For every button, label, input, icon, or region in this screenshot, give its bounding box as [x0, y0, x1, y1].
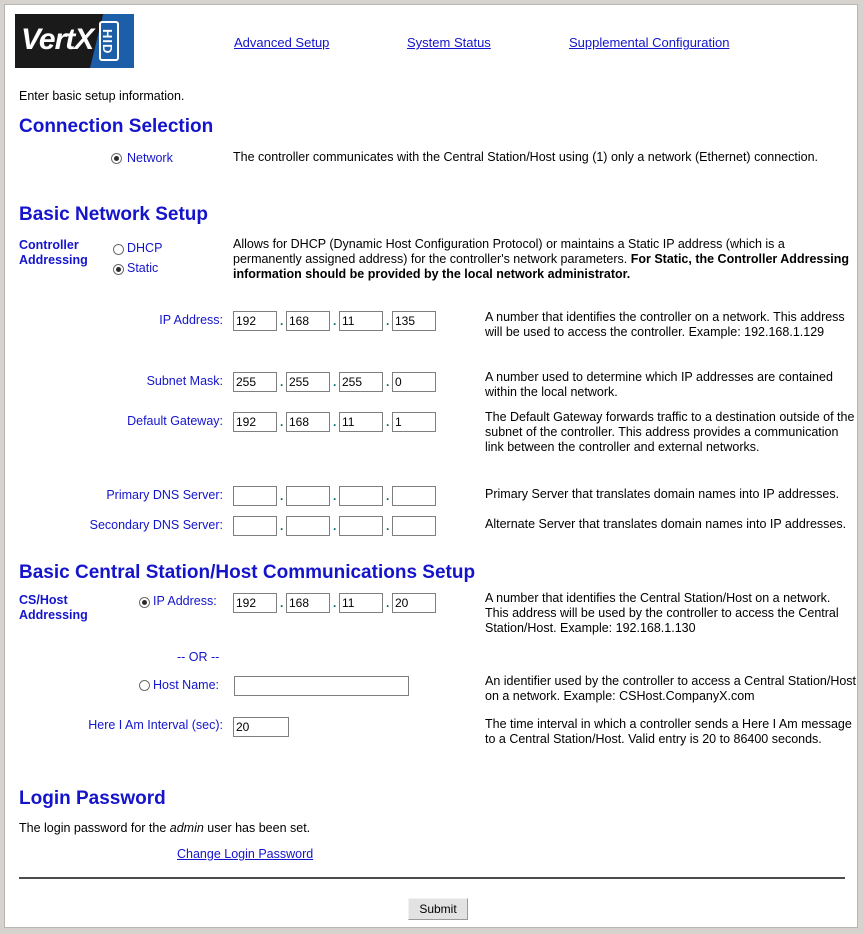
label-controller-addressing: Controller Addressing [19, 238, 88, 268]
input-default-gateway-octet-3[interactable] [339, 412, 383, 432]
dot-separator: . [333, 314, 337, 328]
description-cs-host-ip-address: A number that identifies the Central Sta… [485, 591, 839, 635]
input-primary-dns-octet-4[interactable] [392, 486, 436, 506]
input-secondary-dns-octet-2[interactable] [286, 516, 330, 536]
radio-static[interactable] [113, 264, 124, 275]
login-password-status: The login password for the admin user ha… [19, 821, 310, 835]
label-cs-host-name: Host Name: [153, 678, 219, 692]
radio-dhcp[interactable] [113, 244, 124, 255]
input-ip-address-octet-1[interactable] [233, 311, 277, 331]
dot-separator: . [386, 375, 390, 389]
input-cs-host-ip-octet-2[interactable] [286, 593, 330, 613]
label-static: Static [127, 261, 159, 275]
label-network: Network [127, 151, 173, 165]
page-header: VertX HID Advanced Setup System Status S… [5, 5, 857, 73]
dot-separator: . [386, 415, 390, 429]
description-network: The controller communicates with the Cen… [233, 150, 818, 164]
nav-link-supplemental-configuration[interactable]: Supplemental Configuration [569, 35, 729, 50]
input-ip-address-octet-3[interactable] [339, 311, 383, 331]
nav-link-advanced-setup[interactable]: Advanced Setup [234, 35, 329, 50]
input-ip-address-octet-4[interactable] [392, 311, 436, 331]
label-ip-address: IP Address: [159, 313, 223, 327]
login-password-status-suffix: user has been set. [203, 821, 311, 835]
footer-divider [19, 877, 845, 879]
label-cs-host-addressing: CS/Host Addressing [19, 593, 88, 623]
description-default-gateway: The Default Gateway forwards traffic to … [485, 410, 855, 454]
label-cs-host-addressing-line1: CS/Host [19, 593, 68, 607]
dot-separator: . [333, 489, 337, 503]
label-secondary-dns-server: Secondary DNS Server: [89, 518, 223, 532]
link-change-login-password[interactable]: Change Login Password [177, 847, 313, 861]
label-here-i-am-interval: Here I Am Interval (sec): [88, 718, 223, 732]
label-primary-dns-server: Primary DNS Server: [106, 488, 223, 502]
heading-basic-network-setup: Basic Network Setup [19, 204, 208, 225]
dot-separator: . [280, 489, 284, 503]
description-controller-addressing: Allows for DHCP (Dynamic Host Configurat… [233, 237, 857, 282]
dot-separator: . [386, 489, 390, 503]
description-primary-dns-server: Primary Server that translates domain na… [485, 487, 840, 501]
label-controller-addressing-line1: Controller [19, 238, 79, 252]
label-dhcp: DHCP [127, 241, 163, 255]
description-secondary-dns-server: Alternate Server that translates domain … [485, 517, 847, 531]
input-secondary-dns-octet-1[interactable] [233, 516, 277, 536]
radio-cs-host-ip-address[interactable] [139, 597, 150, 608]
label-default-gateway: Default Gateway: [127, 414, 223, 428]
dot-separator: . [333, 519, 337, 533]
label-subnet-mask: Subnet Mask: [146, 374, 223, 388]
label-cs-host-ip-address: IP Address: [153, 594, 217, 608]
dot-separator: . [333, 415, 337, 429]
description-cs-host-name: An identifier used by the controller to … [485, 674, 857, 703]
dot-separator: . [280, 375, 284, 389]
radio-cs-host-name[interactable] [139, 680, 150, 691]
intro-text: Enter basic setup information. [19, 89, 185, 103]
input-default-gateway-octet-1[interactable] [233, 412, 277, 432]
dot-separator: . [333, 375, 337, 389]
description-here-i-am-interval: The time interval in which a controller … [485, 717, 852, 746]
heading-connection-selection: Connection Selection [19, 116, 214, 137]
input-cs-host-ip-octet-1[interactable] [233, 593, 277, 613]
label-cs-host-addressing-line2: Addressing [19, 608, 88, 622]
login-password-status-user: admin [169, 821, 204, 835]
input-cs-host-ip-octet-4[interactable] [392, 593, 436, 613]
top-navigation: Advanced Setup System Status Supplementa… [5, 35, 857, 53]
dot-separator: . [280, 596, 284, 610]
label-controller-addressing-line2: Addressing [19, 253, 88, 267]
description-ip-address: A number that identifies the controller … [485, 310, 845, 339]
input-cs-host-name[interactable] [234, 676, 409, 696]
dot-separator: . [280, 314, 284, 328]
heading-login-password: Login Password [19, 788, 166, 809]
dot-separator: . [386, 596, 390, 610]
radio-network[interactable] [111, 153, 122, 164]
dot-separator: . [386, 519, 390, 533]
dot-separator: . [386, 314, 390, 328]
input-cs-host-ip-octet-3[interactable] [339, 593, 383, 613]
or-separator-text: -- OR -- [177, 650, 220, 664]
dot-separator: . [280, 415, 284, 429]
description-subnet-mask: A number used to determine which IP addr… [485, 370, 833, 399]
dot-separator: . [333, 596, 337, 610]
input-subnet-mask-octet-1[interactable] [233, 372, 277, 392]
input-subnet-mask-octet-2[interactable] [286, 372, 330, 392]
input-default-gateway-octet-4[interactable] [392, 412, 436, 432]
page-container: VertX HID Advanced Setup System Status S… [4, 4, 858, 928]
input-ip-address-octet-2[interactable] [286, 311, 330, 331]
heading-cs-host-setup: Basic Central Station/Host Communication… [19, 562, 476, 583]
input-default-gateway-octet-2[interactable] [286, 412, 330, 432]
input-primary-dns-octet-3[interactable] [339, 486, 383, 506]
submit-button[interactable]: Submit [408, 898, 468, 920]
input-subnet-mask-octet-4[interactable] [392, 372, 436, 392]
dot-separator: . [280, 519, 284, 533]
input-primary-dns-octet-2[interactable] [286, 486, 330, 506]
login-password-status-prefix: The login password for the [19, 821, 170, 835]
input-primary-dns-octet-1[interactable] [233, 486, 277, 506]
nav-link-system-status[interactable]: System Status [407, 35, 491, 50]
input-secondary-dns-octet-4[interactable] [392, 516, 436, 536]
input-here-i-am-interval[interactable] [233, 717, 289, 737]
input-subnet-mask-octet-3[interactable] [339, 372, 383, 392]
input-secondary-dns-octet-3[interactable] [339, 516, 383, 536]
